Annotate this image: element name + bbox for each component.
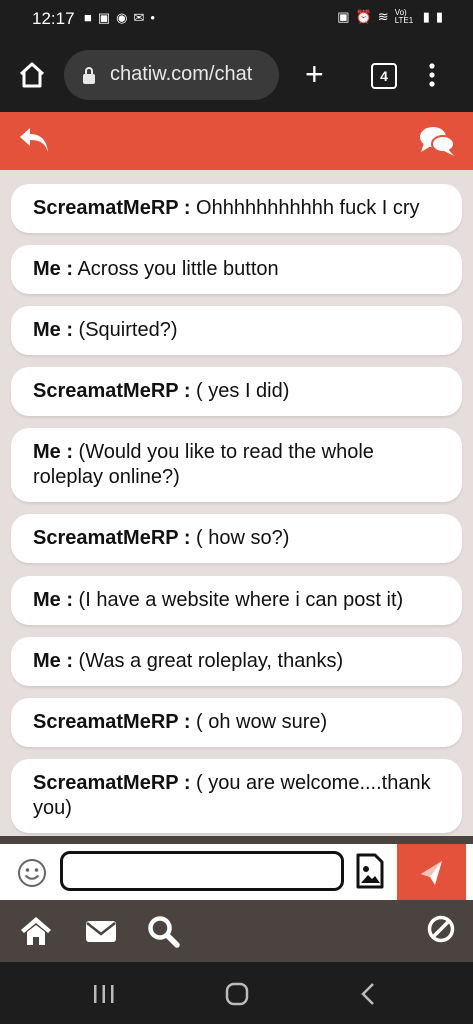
system-navigation-bar — [0, 962, 473, 1024]
alarm-lock-icon: ▣ — [337, 9, 350, 24]
more-options-icon[interactable] — [427, 62, 437, 88]
chat-header — [0, 112, 473, 170]
chat-bubbles-icon[interactable] — [418, 124, 456, 158]
home-icon[interactable] — [19, 914, 53, 948]
chat-icon: ■ — [84, 10, 92, 25]
message-text: (Was a great roleplay, thanks) — [73, 650, 344, 672]
notification-icons: ■ ▣ ◉ ✉ • — [84, 10, 155, 26]
send-button[interactable] — [397, 844, 466, 900]
message-sender: Me : — [33, 441, 73, 463]
message-sender: Me : — [33, 319, 73, 341]
message-bubble: Me : Across you little button — [11, 245, 462, 294]
message-bubble: Me : (Squirted?) — [11, 306, 462, 355]
message-sender: ScreamatMeRP : — [33, 380, 191, 402]
location-icon: ◉ — [116, 10, 128, 25]
tab-switcher-button[interactable]: 4 — [371, 63, 397, 89]
message-sender: ScreamatMeRP : — [33, 527, 191, 549]
message-text: ( yes I did) — [190, 380, 290, 402]
message-text: ( how so?) — [190, 527, 290, 549]
message-bubble: Me : (I have a website where i can post … — [11, 576, 462, 625]
message-text: (Would you like to read the whole rolepl… — [33, 441, 374, 488]
message-text: Across you little button — [73, 258, 279, 280]
status-bar: 12:17 ■ ▣ ◉ ✉ • ▣ ⏰ ≋ Vo) LTE1 ▮ ▮ — [0, 0, 473, 38]
battery-icon: ▮ — [435, 9, 443, 24]
message-input[interactable] — [60, 851, 344, 891]
message-bubble: Me : (Would you like to read the whole r… — [11, 428, 462, 502]
message-sender: Me : — [33, 589, 73, 611]
status-time: 12:17 — [32, 9, 75, 28]
image-upload-icon[interactable] — [355, 853, 385, 889]
search-icon[interactable] — [146, 914, 180, 948]
dot-icon: • — [150, 10, 155, 25]
system-icons: ▣ ⏰ ≋ Vo) LTE1 ▮ ▮ — [337, 9, 443, 25]
browser-toolbar: chatiw.com/chat + 4 — [0, 38, 473, 112]
message-bubble: ScreamatMeRP : ( you are welcome....than… — [11, 759, 462, 833]
lock-icon — [83, 67, 95, 84]
message-text: Ohhhhhhhhhhh fuck I cry — [190, 197, 420, 219]
emoji-icon[interactable] — [17, 858, 47, 888]
message-list[interactable]: ScreamatMeRP : Ohhhhhhhhhhh fuck I cry M… — [0, 170, 473, 836]
url-text: chatiw.com/chat — [110, 63, 253, 85]
message-bubble: Me : (Was a great roleplay, thanks) — [11, 637, 462, 686]
message-text: (I have a website where i can post it) — [73, 589, 404, 611]
block-icon[interactable] — [426, 914, 456, 944]
print-icon: ▣ — [97, 10, 111, 25]
new-tab-icon[interactable]: + — [305, 58, 324, 90]
message-sender: ScreamatMeRP : — [33, 197, 191, 219]
wifi-icon: ≋ — [377, 9, 389, 24]
message-bubble: ScreamatMeRP : ( oh wow sure) — [11, 698, 462, 747]
recent-apps-icon[interactable] — [89, 979, 119, 1009]
message-bubble: ScreamatMeRP : Ohhhhhhhhhhh fuck I cry — [11, 184, 462, 233]
back-arrow-icon[interactable] — [16, 124, 52, 156]
browser-home-icon[interactable] — [17, 60, 47, 90]
message-sender: ScreamatMeRP : — [33, 772, 191, 794]
address-bar[interactable]: chatiw.com/chat — [64, 50, 279, 100]
composer-bar — [0, 836, 473, 900]
app-bottom-nav — [0, 900, 473, 962]
message-bubble: ScreamatMeRP : ( yes I did) — [11, 367, 462, 416]
alarm-icon: ⏰ — [355, 9, 372, 24]
mail-icon: ✉ — [133, 10, 145, 25]
signal-icon: ▮ — [422, 9, 430, 24]
message-sender: Me : — [33, 650, 73, 672]
message-sender: Me : — [33, 258, 73, 280]
message-text: (Squirted?) — [73, 319, 178, 341]
message-sender: ScreamatMeRP : — [33, 711, 191, 733]
send-icon — [421, 861, 442, 885]
mail-icon[interactable] — [84, 914, 118, 948]
message-bubble: ScreamatMeRP : ( how so?) — [11, 514, 462, 563]
system-home-icon[interactable] — [222, 979, 252, 1009]
system-back-icon[interactable] — [354, 979, 384, 1009]
lte-icon: Vo) LTE1 — [394, 8, 414, 25]
message-text: ( oh wow sure) — [190, 711, 328, 733]
